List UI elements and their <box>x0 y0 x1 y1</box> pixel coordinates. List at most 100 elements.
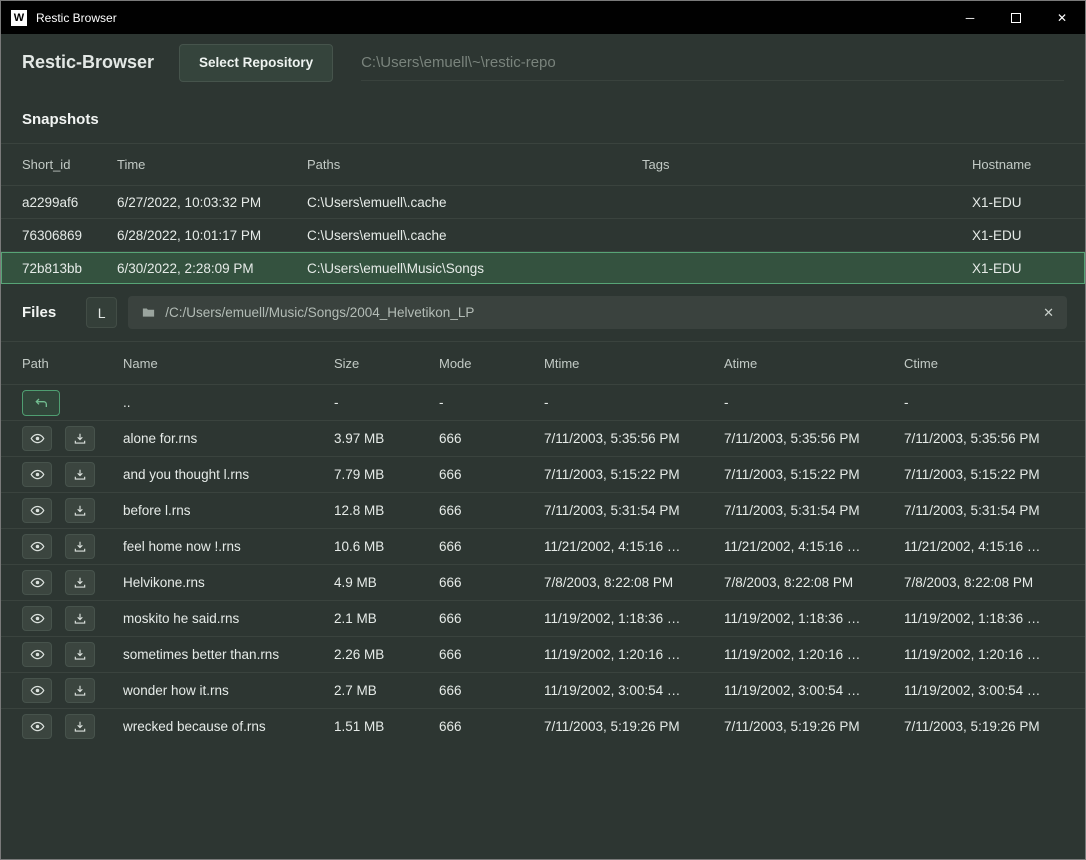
download-button[interactable] <box>65 534 95 559</box>
file-mode: 666 <box>439 575 544 590</box>
minimize-icon: ─ <box>966 11 975 25</box>
snapshot-paths: C:\Users\emuell\.cache <box>307 228 642 243</box>
file-atime: 7/11/2003, 5:15:22 PM <box>724 467 904 482</box>
column-header-hostname[interactable]: Hostname <box>972 157 1064 172</box>
list-mode-button[interactable]: L <box>86 297 117 328</box>
download-button[interactable] <box>65 714 95 739</box>
file-row[interactable]: feel home now !.rns 10.6 MB 666 11/21/20… <box>1 528 1085 564</box>
go-up-button[interactable] <box>22 390 60 416</box>
file-row[interactable]: sometimes better than.rns 2.26 MB 666 11… <box>1 636 1085 672</box>
download-button[interactable] <box>65 642 95 667</box>
file-atime: 11/19/2002, 1:20:16 … <box>724 647 904 662</box>
snapshot-time: 6/30/2022, 2:28:09 PM <box>117 261 307 276</box>
snapshot-time: 6/28/2022, 10:01:17 PM <box>117 228 307 243</box>
preview-button[interactable] <box>22 642 52 667</box>
file-mode: 666 <box>439 503 544 518</box>
clear-icon: ✕ <box>1043 305 1054 320</box>
file-size: - <box>334 395 439 410</box>
preview-button[interactable] <box>22 714 52 739</box>
file-name: wrecked because of.rns <box>123 719 334 734</box>
file-name: alone for.rns <box>123 431 334 446</box>
file-row[interactable]: moskito he said.rns 2.1 MB 666 11/19/200… <box>1 600 1085 636</box>
column-header-ctime[interactable]: Ctime <box>904 356 1064 371</box>
close-icon: ✕ <box>1057 11 1067 25</box>
file-size: 7.79 MB <box>334 467 439 482</box>
file-atime: 7/11/2003, 5:35:56 PM <box>724 431 904 446</box>
file-mtime: 7/8/2003, 8:22:08 PM <box>544 575 724 590</box>
column-header-tags[interactable]: Tags <box>642 157 972 172</box>
preview-button[interactable] <box>22 534 52 559</box>
file-ctime: 7/11/2003, 5:31:54 PM <box>904 503 1064 518</box>
preview-button[interactable] <box>22 606 52 631</box>
preview-button[interactable] <box>22 678 52 703</box>
file-mtime: 7/11/2003, 5:19:26 PM <box>544 719 724 734</box>
file-atime: 7/8/2003, 8:22:08 PM <box>724 575 904 590</box>
column-header-path[interactable]: Path <box>22 356 123 371</box>
column-header-atime[interactable]: Atime <box>724 356 904 371</box>
file-ctime: - <box>904 395 1064 410</box>
file-row[interactable]: Helvikone.rns 4.9 MB 666 7/8/2003, 8:22:… <box>1 564 1085 600</box>
window-title: Restic Browser <box>36 11 117 25</box>
snapshot-hostname: X1-EDU <box>972 261 1064 276</box>
download-button[interactable] <box>65 426 95 451</box>
column-header-time[interactable]: Time <box>117 157 307 172</box>
preview-button[interactable] <box>22 462 52 487</box>
file-ctime: 7/11/2003, 5:15:22 PM <box>904 467 1064 482</box>
preview-button[interactable] <box>22 498 52 523</box>
snapshot-paths: C:\Users\emuell\Music\Songs <box>307 261 642 276</box>
file-mode: - <box>439 395 544 410</box>
file-mtime: 7/11/2003, 5:31:54 PM <box>544 503 724 518</box>
download-button[interactable] <box>65 606 95 631</box>
column-header-paths[interactable]: Paths <box>307 157 642 172</box>
file-name: before l.rns <box>123 503 334 518</box>
file-row[interactable]: before l.rns 12.8 MB 666 7/11/2003, 5:31… <box>1 492 1085 528</box>
column-header-mtime[interactable]: Mtime <box>544 356 724 371</box>
file-name: sometimes better than.rns <box>123 647 334 662</box>
preview-button[interactable] <box>22 426 52 451</box>
snapshot-row[interactable]: a2299af6 6/27/2022, 10:03:32 PM C:\Users… <box>1 185 1085 218</box>
file-name: and you thought l.rns <box>123 467 334 482</box>
restic-browser-window: W Restic Browser ─ ✕ Restic-Browser Sele… <box>0 0 1086 860</box>
file-mtime: 7/11/2003, 5:15:22 PM <box>544 467 724 482</box>
download-button[interactable] <box>65 678 95 703</box>
app-title: Restic-Browser <box>22 52 154 73</box>
close-button[interactable]: ✕ <box>1039 1 1085 34</box>
file-atime: - <box>724 395 904 410</box>
file-row[interactable]: and you thought l.rns 7.79 MB 666 7/11/2… <box>1 456 1085 492</box>
app-header: Restic-Browser Select Repository C:\User… <box>1 34 1085 91</box>
file-row[interactable]: wonder how it.rns 2.7 MB 666 11/19/2002,… <box>1 672 1085 708</box>
file-mode: 666 <box>439 647 544 662</box>
select-repository-button[interactable]: Select Repository <box>179 44 333 82</box>
preview-button[interactable] <box>22 570 52 595</box>
file-name: wonder how it.rns <box>123 683 334 698</box>
download-button[interactable] <box>65 570 95 595</box>
download-button[interactable] <box>65 498 95 523</box>
clear-path-button[interactable]: ✕ <box>1043 305 1054 321</box>
file-ctime: 11/19/2002, 3:00:54 … <box>904 683 1064 698</box>
files-bar: Files L /C:/Users/emuell/Music/Songs/200… <box>1 284 1085 341</box>
snapshot-row-selected[interactable]: 72b813bb 6/30/2022, 2:28:09 PM C:\Users\… <box>1 251 1085 284</box>
column-header-size[interactable]: Size <box>334 356 439 371</box>
snapshot-short-id: a2299af6 <box>22 195 117 210</box>
file-row[interactable]: alone for.rns 3.97 MB 666 7/11/2003, 5:3… <box>1 420 1085 456</box>
snapshot-short-id: 72b813bb <box>22 261 117 276</box>
column-header-name[interactable]: Name <box>123 356 334 371</box>
file-mtime: - <box>544 395 724 410</box>
maximize-button[interactable] <box>993 1 1039 34</box>
window-controls: ─ ✕ <box>947 1 1085 34</box>
file-ctime: 11/19/2002, 1:18:36 … <box>904 611 1064 626</box>
maximize-icon <box>1011 13 1021 23</box>
file-size: 2.1 MB <box>334 611 439 626</box>
parent-dir-row[interactable]: .. - - - - - <box>1 384 1085 420</box>
snapshot-row[interactable]: 76306869 6/28/2022, 10:01:17 PM C:\Users… <box>1 218 1085 251</box>
snapshots-table-header: Short_id Time Paths Tags Hostname <box>1 143 1085 185</box>
column-header-short-id[interactable]: Short_id <box>22 157 117 172</box>
snapshots-section-title: Snapshots <box>1 91 1085 143</box>
repository-path-field[interactable]: C:\Users\emuell\~\restic-repo <box>361 45 1064 81</box>
minimize-button[interactable]: ─ <box>947 1 993 34</box>
file-mode: 666 <box>439 611 544 626</box>
files-path-input[interactable]: /C:/Users/emuell/Music/Songs/2004_Helvet… <box>128 296 1067 329</box>
column-header-mode[interactable]: Mode <box>439 356 544 371</box>
download-button[interactable] <box>65 462 95 487</box>
file-row[interactable]: wrecked because of.rns 1.51 MB 666 7/11/… <box>1 708 1085 744</box>
